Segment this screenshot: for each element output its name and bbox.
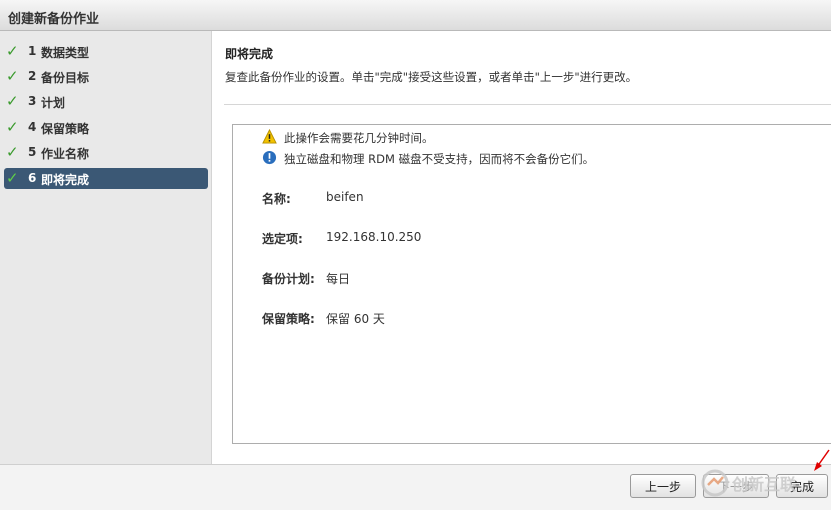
- wizard-step-6[interactable]: ✓ 6 即将完成: [4, 168, 208, 189]
- schedule-value: 每日: [326, 272, 351, 286]
- step-number: 5: [28, 145, 37, 159]
- page-title: 即将完成: [225, 47, 274, 61]
- notice-text: 独立磁盘和物理 RDM 磁盘不受支持，因而将不会备份它们。: [284, 152, 595, 166]
- page-description: 复查此备份作业的设置。单击"完成"接受这些设置，或者单击"上一步"进行更改。: [225, 70, 638, 84]
- step-number: 6: [28, 171, 37, 185]
- dialog-titlebar: 创建新备份作业: [0, 0, 831, 31]
- step-label: 数据类型: [41, 46, 90, 60]
- wizard-step-4[interactable]: ✓ 4 保留策略: [4, 117, 208, 138]
- watermark-logo: 创新互联: [700, 466, 810, 500]
- step-label: 即将完成: [41, 173, 90, 187]
- step-number: 4: [28, 120, 37, 134]
- header-divider: [224, 104, 831, 105]
- retention-value: 保留 60 天: [326, 312, 385, 326]
- wizard-step-5[interactable]: ✓ 5 作业名称: [4, 142, 208, 163]
- dialog-title: 创建新备份作业: [8, 12, 100, 27]
- wizard-step-1[interactable]: ✓ 1 数据类型: [4, 41, 208, 62]
- warning-icon: [262, 129, 277, 144]
- notice-text: 此操作会需要花几分钟时间。: [284, 131, 434, 145]
- retention-label: 保留策略:: [262, 312, 315, 326]
- checkmark-icon: ✓: [6, 42, 19, 60]
- checkmark-icon: ✓: [6, 92, 19, 110]
- annotation-arrow-icon: [814, 449, 830, 471]
- info-icon: [262, 150, 277, 165]
- summary-panel: [232, 124, 831, 444]
- name-value: beifen: [326, 190, 364, 204]
- checkmark-icon: ✓: [6, 67, 19, 85]
- name-label: 名称:: [262, 192, 291, 206]
- step-label: 计划: [41, 96, 66, 110]
- checkmark-icon: ✓: [6, 169, 19, 187]
- step-number: 2: [28, 69, 37, 83]
- checkmark-icon: ✓: [6, 118, 19, 136]
- wizard-step-2[interactable]: ✓ 2 备份目标: [4, 66, 208, 87]
- checkmark-icon: ✓: [6, 143, 19, 161]
- schedule-label: 备份计划:: [262, 272, 315, 286]
- target-value: 192.168.10.250: [326, 230, 422, 244]
- step-label: 作业名称: [41, 147, 90, 161]
- wizard-step-3[interactable]: ✓ 3 计划: [4, 91, 208, 112]
- step-number: 1: [28, 44, 37, 58]
- wizard-steps-sidebar: ✓ 1 数据类型 ✓ 2 备份目标 ✓ 3 计划 ✓ 4 保留策略 ✓ 5 作业…: [0, 31, 212, 464]
- step-label: 保留策略: [41, 122, 90, 136]
- step-number: 3: [28, 94, 37, 108]
- watermark-logo-icon: [701, 469, 729, 497]
- target-label: 选定项:: [262, 232, 303, 246]
- back-button[interactable]: 上一步: [630, 474, 696, 498]
- page-header: 即将完成: [225, 45, 273, 62]
- watermark-text: 创新互联: [732, 475, 797, 494]
- step-label: 备份目标: [41, 71, 90, 85]
